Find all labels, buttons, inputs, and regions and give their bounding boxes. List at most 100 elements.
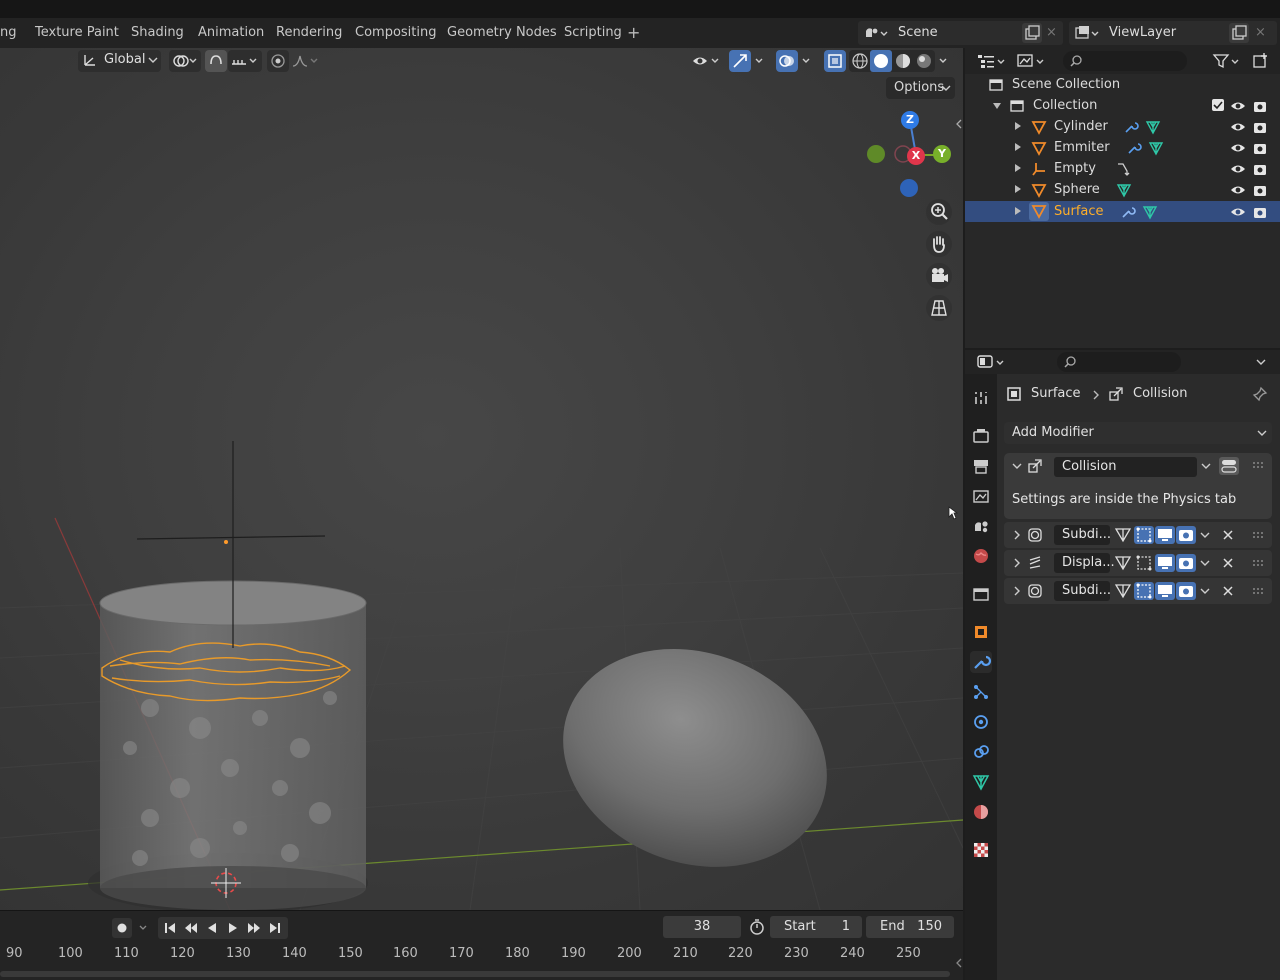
collision-name-field[interactable]: Collision (1054, 457, 1197, 477)
expand-triangle-icon[interactable] (1015, 207, 1021, 215)
stopwatch-icon[interactable] (748, 918, 766, 936)
render-tab-icon[interactable] (970, 425, 992, 447)
chevron-down-icon[interactable] (1199, 557, 1211, 571)
outliner-row-cylinder[interactable]: Cylinder (965, 116, 1280, 137)
gizmo-x-axis[interactable]: X (907, 147, 925, 165)
render-camera-icon[interactable] (1252, 140, 1268, 156)
outliner-row-empty[interactable]: Empty (965, 158, 1280, 179)
properties-search-input[interactable] (1057, 352, 1181, 372)
3d-viewport[interactable]: Global Options Z X Y (0, 48, 963, 910)
outliner-row-emmiter[interactable]: Emmiter (965, 137, 1280, 158)
add-workspace-button[interactable]: + (627, 23, 640, 42)
eye-icon[interactable] (1230, 140, 1246, 156)
eye-icon[interactable] (1230, 161, 1246, 177)
close-icon[interactable] (1222, 528, 1234, 542)
filter-icon[interactable] (1211, 51, 1241, 71)
on-cage-toggle-icon[interactable] (1134, 582, 1154, 600)
viewport-toggle-icon[interactable] (1155, 582, 1175, 600)
gizmo-y-axis[interactable]: Y (933, 145, 951, 163)
tab-shading[interactable]: Shading (131, 25, 184, 40)
tab-compositing[interactable]: Compositing (355, 25, 437, 40)
add-modifier-dropdown[interactable]: Add Modifier (1004, 422, 1272, 444)
eye-icon[interactable] (1230, 98, 1246, 114)
eye-icon[interactable] (1230, 204, 1246, 220)
tab-scripting[interactable]: Scripting (564, 25, 622, 40)
modifier-tab-icon[interactable] (970, 651, 992, 673)
pan-hand-icon[interactable] (926, 231, 952, 257)
mesh-data-icon[interactable] (1116, 182, 1132, 198)
view-layer-selector[interactable]: ViewLayer × (1069, 21, 1277, 45)
scene-tab-icon[interactable] (970, 515, 992, 537)
expand-chevron-icon[interactable] (1012, 557, 1022, 569)
viewport-toggle-icon[interactable] (1155, 526, 1175, 544)
options-dropdown[interactable]: Options (886, 77, 955, 99)
perspective-toggle-icon[interactable] (926, 295, 952, 321)
new-collection-icon[interactable] (1251, 51, 1271, 71)
view-layer-tab-icon[interactable] (970, 485, 992, 507)
outliner-row-sphere[interactable]: Sphere (965, 179, 1280, 200)
camera-view-icon[interactable] (926, 263, 952, 289)
rendered-shading-icon[interactable] (913, 50, 935, 72)
close-icon[interactable] (1222, 584, 1234, 598)
editor-type-icon[interactable] (975, 352, 1007, 372)
gizmo-dropdown[interactable] (752, 50, 768, 72)
modifier-name-field[interactable]: Displa... (1054, 553, 1115, 573)
render-toggle-icon[interactable] (1176, 554, 1196, 572)
close-scene-icon[interactable]: × (1046, 25, 1057, 40)
wrench-icon[interactable] (1123, 119, 1139, 135)
viewport-toggle-icon[interactable] (1155, 554, 1175, 572)
wireframe-shading-icon[interactable] (849, 50, 871, 72)
collection-tab-icon[interactable] (970, 583, 992, 605)
expand-chevron-icon[interactable] (1012, 585, 1022, 597)
mesh-data-icon[interactable] (1145, 119, 1161, 135)
visibility-dropdown[interactable] (690, 50, 724, 72)
expand-triangle-icon[interactable] (1015, 185, 1021, 193)
on-cage-toggle-icon[interactable] (1134, 526, 1154, 544)
expand-chevron-icon[interactable] (1012, 529, 1022, 541)
transform-orientation-dropdown[interactable]: Global (78, 50, 161, 72)
drag-handle-icon[interactable] (1252, 459, 1264, 471)
prev-keyframe-icon[interactable] (181, 918, 201, 938)
physics-tab-icon[interactable] (970, 711, 992, 733)
proportional-edit-toggle[interactable] (267, 50, 289, 72)
render-camera-icon[interactable] (1252, 182, 1268, 198)
gizmo-neg-y-axis[interactable] (867, 145, 885, 163)
view-filter-icon[interactable] (1015, 51, 1047, 71)
snap-toggle[interactable] (205, 50, 227, 72)
tab-geometry-nodes[interactable]: Geometry Nodes (447, 25, 557, 40)
edit-mode-toggle-icon[interactable] (1113, 554, 1133, 572)
jump-end-icon[interactable] (265, 918, 285, 938)
overlays-toggle[interactable] (776, 50, 798, 72)
chevron-down-icon[interactable] (1255, 355, 1267, 369)
play-icon[interactable] (223, 918, 243, 938)
display-mode-icon[interactable] (975, 51, 1007, 71)
gizmo-toggle[interactable] (729, 50, 751, 72)
object-tab-icon[interactable] (970, 621, 992, 643)
tab-animation[interactable]: Animation (198, 25, 264, 40)
drag-handle-icon[interactable] (1252, 585, 1264, 597)
material-tab-icon[interactable] (970, 801, 992, 823)
outliner-search-input[interactable] (1063, 51, 1187, 71)
timeline-scrollbar[interactable] (0, 971, 950, 977)
tool-tab-icon[interactable] (970, 387, 992, 409)
scene-collection-row[interactable]: Scene Collection (965, 74, 1280, 95)
current-frame-field[interactable]: 38 (663, 916, 741, 938)
collapse-chevron-icon[interactable] (1011, 460, 1023, 472)
constraint-icon[interactable] (1115, 161, 1131, 177)
edit-mode-toggle-icon[interactable] (1113, 582, 1133, 600)
world-tab-icon[interactable] (970, 545, 992, 567)
wrench-icon[interactable] (1120, 204, 1136, 220)
mesh-data-icon[interactable] (1148, 140, 1164, 156)
constraints-tab-icon[interactable] (970, 741, 992, 763)
duplicate-scene-icon[interactable] (1022, 23, 1042, 43)
start-frame-field[interactable]: Start 1 (770, 916, 862, 938)
pivot-point-dropdown[interactable] (169, 50, 201, 72)
toggle-icon[interactable] (1219, 457, 1239, 475)
shading-dropdown[interactable] (935, 50, 953, 72)
scene-selector[interactable]: Scene × (858, 21, 1063, 45)
snap-target-dropdown[interactable] (228, 50, 262, 72)
render-camera-icon[interactable] (1252, 161, 1268, 177)
timeline[interactable]: 38 Start 1 End 150 90 100 110 120 130 14… (0, 910, 963, 980)
next-keyframe-icon[interactable] (244, 918, 264, 938)
tab-rendering[interactable]: Rendering (276, 25, 342, 40)
